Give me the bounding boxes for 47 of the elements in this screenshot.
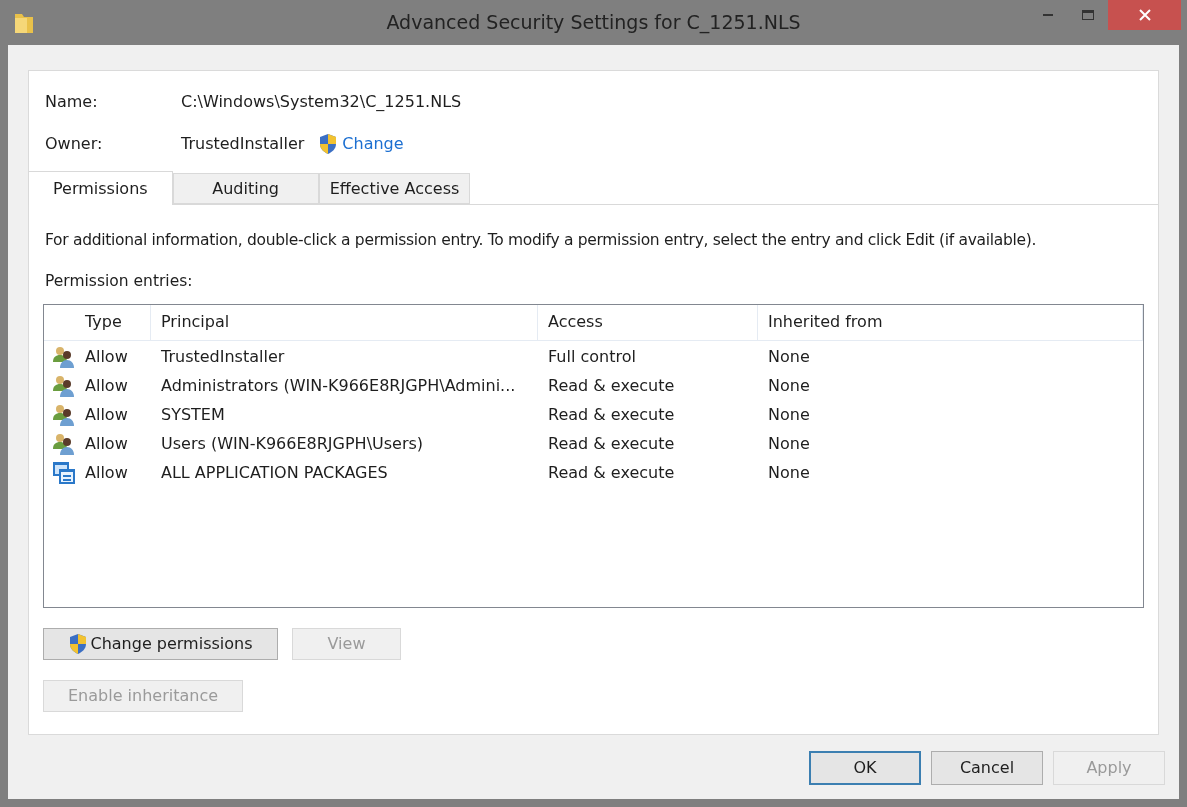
info-text: For additional information, double-click a permission entry. To modify a permission entry, select the entry and click Edit (if available).	[44, 230, 1038, 251]
table-cell: None	[768, 434, 810, 453]
column-header[interactable]: Type	[44, 304, 151, 340]
name-value: C:\Windows\System32\C_1251.NLS	[181, 91, 462, 113]
name-label: Name:	[45, 91, 99, 113]
table-cell: Allow	[85, 434, 128, 453]
table-cell: Allow	[85, 463, 128, 482]
table-cell: TrustedInstaller	[161, 347, 285, 366]
table-cell: SYSTEM	[161, 405, 225, 424]
close-icon	[1138, 9, 1151, 21]
table-cell: None	[768, 376, 810, 395]
table-cell: Full control	[548, 347, 636, 366]
dialog-button[interactable]: Cancel	[931, 751, 1043, 785]
tab[interactable]: Permissions	[28, 171, 173, 205]
table-cell: None	[768, 405, 810, 424]
column-header[interactable]: Inherited from	[758, 304, 1143, 340]
owner-label: Owner:	[45, 133, 104, 155]
change-permissions-button[interactable]: Change permissions	[43, 627, 278, 660]
permission-entries-label: Permission entries:	[44, 271, 194, 293]
table-cell: Read & execute	[548, 405, 675, 424]
table-cell: Users (WIN-K966E8RJGPH\Users)	[161, 434, 424, 453]
table-cell: None	[768, 463, 810, 482]
table-cell: Allow	[85, 405, 128, 424]
table-cell: Administrators (WIN-K966E8RJGPH\Admini...	[161, 376, 516, 395]
owner-value: TrustedInstaller	[181, 133, 305, 155]
table-cell: None	[768, 347, 810, 366]
tab[interactable]: Auditing	[172, 173, 319, 204]
table-cell: ALL APPLICATION PACKAGES	[161, 463, 388, 482]
user-group-icon	[52, 345, 76, 369]
table-cell: Read & execute	[548, 463, 675, 482]
column-header[interactable]: Access	[538, 304, 758, 340]
table-cell: Read & execute	[548, 376, 675, 395]
tab[interactable]: Effective Access	[318, 173, 471, 204]
column-header[interactable]: Principal	[151, 304, 538, 340]
table-cell: Read & execute	[548, 434, 675, 453]
user-group-icon	[52, 403, 76, 427]
folder-icon	[14, 11, 34, 34]
close-button[interactable]	[1108, 0, 1181, 30]
user-group-icon	[52, 374, 76, 398]
table-cell: Allow	[85, 347, 128, 366]
shield-icon	[318, 133, 339, 155]
user-group-icon	[52, 432, 76, 456]
application-packages-icon	[52, 461, 76, 485]
table-cell: Allow	[85, 376, 128, 395]
dialog-button[interactable]: OK	[809, 751, 921, 785]
change-owner-link[interactable]: Change	[318, 132, 404, 156]
window-title: Advanced Security Settings for C_1251.NLS	[385, 10, 802, 36]
